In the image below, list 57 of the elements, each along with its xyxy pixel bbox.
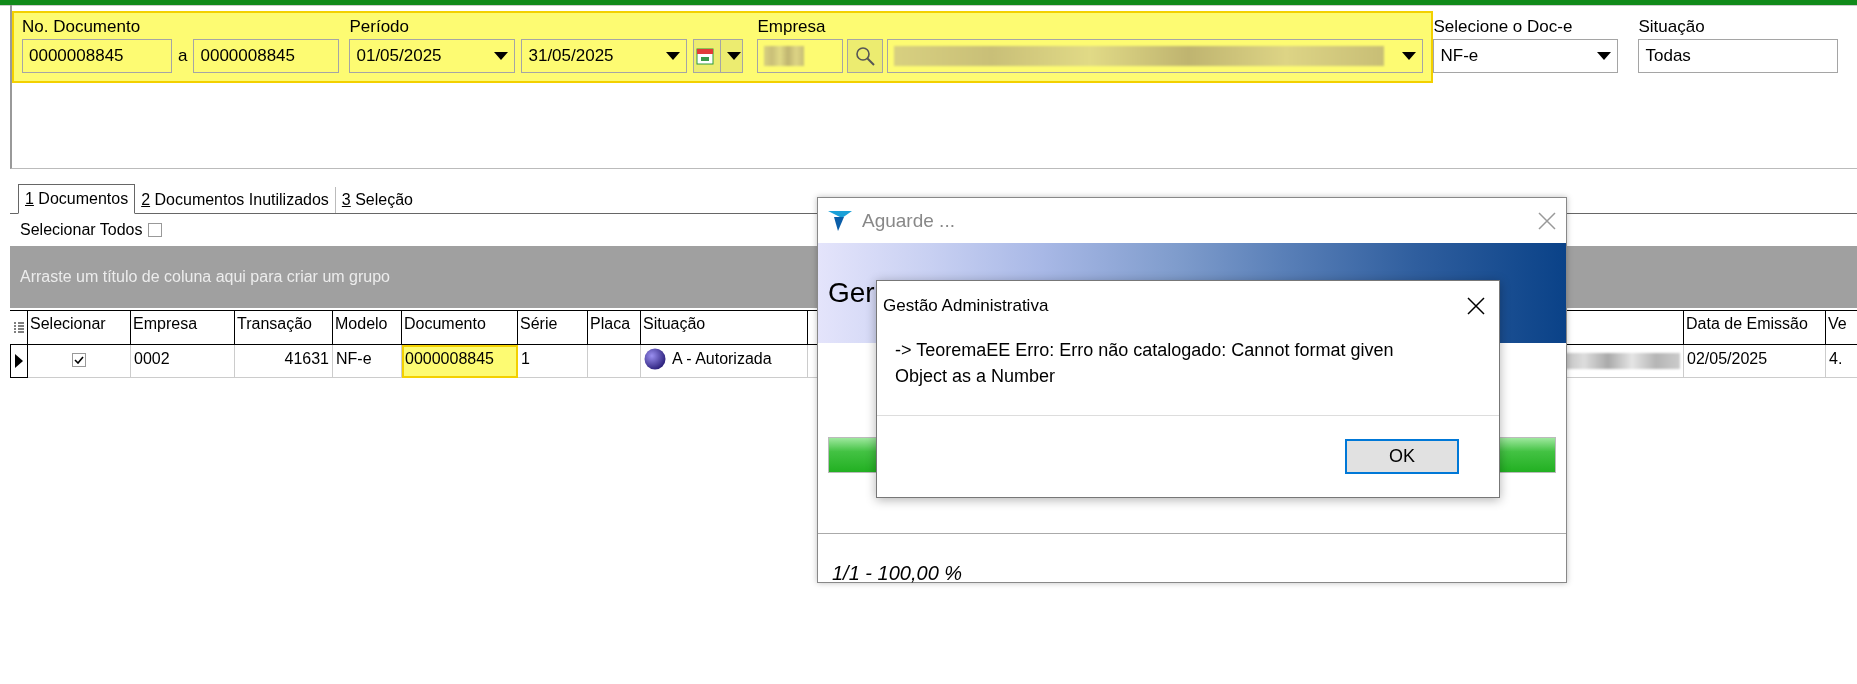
column-header[interactable]: Situação [641,311,808,344]
ok-button[interactable]: OK [1345,439,1459,474]
column-header[interactable]: Documento [402,311,518,344]
search-button[interactable] [847,39,884,73]
checkbox[interactable] [72,353,86,367]
error-message: -> TeoremaEE Erro: Erro não catalogado: Cannot format given Object as a Number [894,339,1395,388]
banner-text: Ger [828,277,875,309]
range-separator: a [178,46,188,66]
table-cell: 1 [518,345,588,378]
input-field[interactable]: 0000008845 [22,39,172,73]
checkbox[interactable] [148,223,163,237]
calendar-button[interactable] [693,39,744,73]
date-dropdown[interactable]: 01/05/2025 [349,39,516,73]
column-header[interactable]: Placa [588,311,641,344]
checkbox-label: Selecionar Todos [20,221,143,239]
table-cell: 4. [1826,345,1857,378]
table-cell: 41631 [235,345,333,378]
calendar-icon [695,47,714,65]
tab[interactable]: 3 Seleção [335,187,419,213]
column-header[interactable]: Transação [235,311,333,344]
status-dropdown[interactable]: Todas [1638,39,1839,73]
table-cell: 0002 [131,345,235,378]
table-cell: 0000008845 [402,345,518,378]
company-code-field[interactable] [757,39,844,73]
column-header[interactable]: Selecionar [28,311,131,344]
doc-type-dropdown[interactable]: NF-e [1433,39,1619,73]
dropdown-arrow-icon [666,52,681,60]
field-label: Período [349,17,410,37]
close-icon[interactable] [1467,297,1485,315]
column-header[interactable]: Ve [1826,311,1857,344]
column-chooser-icon[interactable] [13,321,24,334]
progress-status: 1/1 - 100,00 % [831,561,964,585]
column-header[interactable]: Série [518,311,588,344]
dropdown-arrow-icon [494,52,509,60]
table-cell: 02/05/2025 [1684,345,1826,378]
status-sphere-icon [644,348,666,370]
field-label: No. Documento [22,17,142,37]
app-logo-icon [828,210,852,231]
dialog-title: Aguarde ... [862,209,956,232]
date-dropdown[interactable]: 31/05/2025 [521,39,688,73]
dropdown-arrow-icon [1597,52,1612,60]
search-icon [855,46,876,66]
input-field[interactable]: 0000008845 [193,39,340,73]
field-label: Situação [1638,17,1706,37]
column-header[interactable]: Empresa [131,311,235,344]
dropdown-arrow-icon [726,52,741,60]
field-label: Selecione o Doc-e [1433,17,1574,37]
dropdown-arrow-icon [1402,52,1417,60]
field-label: Empresa [757,17,827,37]
table-cell: A - Autorizada [672,350,772,368]
tab[interactable]: 2 Documentos Inutilizados [135,187,336,213]
column-header[interactable]: Data de Emissão [1684,311,1826,344]
tab[interactable]: 1 Documentos [18,184,136,214]
column-header[interactable]: Modelo [333,311,402,344]
check-icon [74,356,84,364]
dialog-title: Gestão Administrativa [883,296,1049,316]
group-hint: Arraste um título de coluna aqui para criar um grupo [20,268,390,286]
